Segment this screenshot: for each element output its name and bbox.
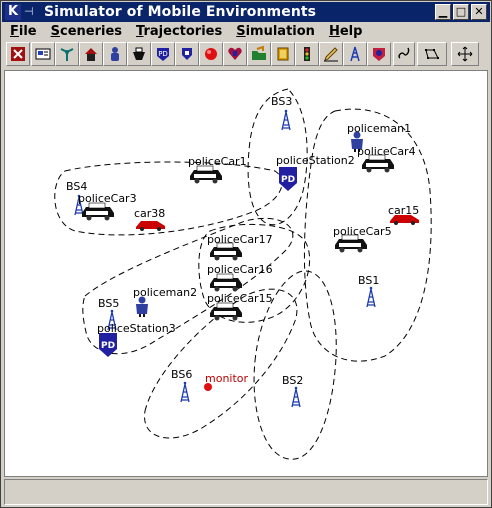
app-window: K ⊣ Simulator of Mobile Environments ▁ □… bbox=[0, 0, 492, 508]
police-station-icon: PD bbox=[157, 48, 169, 61]
person-button[interactable] bbox=[103, 42, 127, 66]
close-button[interactable]: ✕ bbox=[471, 4, 487, 20]
window-controls: ▁ □ ✕ bbox=[435, 4, 487, 20]
tower-icon bbox=[350, 46, 360, 62]
path-icon bbox=[425, 49, 439, 59]
menu-help[interactable]: Help bbox=[321, 24, 368, 39]
move-button[interactable] bbox=[451, 42, 479, 66]
police-car1-icon[interactable] bbox=[189, 165, 223, 184]
traffic-light-icon bbox=[304, 47, 310, 61]
label-policecar15: policeCar15 bbox=[207, 292, 273, 305]
title-bar[interactable]: K ⊣ Simulator of Mobile Environments ▁ □… bbox=[2, 2, 490, 22]
label-bs6: BS6 bbox=[171, 368, 193, 381]
police-car-icon bbox=[133, 47, 145, 60]
simulation-canvas[interactable]: PD bbox=[4, 70, 488, 477]
svg-text:PD: PD bbox=[158, 50, 168, 58]
label-policecar5: policeCar5 bbox=[333, 225, 392, 238]
toolbar: PD bbox=[4, 42, 490, 68]
menu-trajectories[interactable]: Trajectories bbox=[128, 24, 228, 39]
tower-button[interactable] bbox=[343, 42, 367, 66]
label-bs2: BS2 bbox=[282, 374, 304, 387]
police-station-button[interactable]: PD bbox=[151, 42, 175, 66]
antenna-icon bbox=[60, 48, 74, 61]
traffic-light-button[interactable] bbox=[295, 42, 319, 66]
app-logo-icon: K bbox=[5, 4, 21, 20]
folder-icon bbox=[252, 46, 266, 60]
label-policestation3: policeStation3 bbox=[97, 322, 176, 335]
menu-simulation[interactable]: Simulation bbox=[228, 24, 321, 39]
badge-button[interactable] bbox=[175, 42, 199, 66]
red-dot-icon bbox=[205, 48, 217, 60]
antenna-button[interactable] bbox=[55, 42, 79, 66]
car38-icon[interactable] bbox=[136, 221, 165, 231]
pin-icon[interactable]: ⊣ bbox=[24, 5, 40, 19]
cards-button[interactable] bbox=[271, 42, 295, 66]
link-button[interactable] bbox=[393, 42, 415, 66]
exit-icon bbox=[11, 47, 25, 61]
label-policeman1: policeman1 bbox=[347, 122, 412, 135]
minimize-button[interactable]: ▁ bbox=[435, 4, 451, 20]
path-button[interactable] bbox=[417, 42, 447, 66]
label-car15: car15 bbox=[388, 204, 420, 217]
cards-icon bbox=[277, 47, 289, 61]
bs2-tower-icon[interactable] bbox=[291, 386, 301, 408]
mobile-heart-icon bbox=[228, 47, 242, 60]
exit-button[interactable] bbox=[6, 42, 30, 66]
status-bar bbox=[4, 479, 488, 505]
police-car15-icon[interactable] bbox=[209, 302, 243, 321]
red-dot-button[interactable] bbox=[199, 42, 223, 66]
house-icon bbox=[85, 48, 97, 61]
label-policecar4: policeCar4 bbox=[357, 145, 416, 158]
police-car3-icon[interactable] bbox=[81, 202, 115, 221]
person-icon bbox=[111, 47, 119, 61]
bs1-tower-icon[interactable] bbox=[366, 286, 376, 308]
card-button[interactable] bbox=[31, 42, 55, 66]
label-monitor: monitor bbox=[205, 372, 249, 385]
mobile-heart-button[interactable] bbox=[223, 42, 247, 66]
label-policecar1: policeCar1 bbox=[188, 155, 247, 168]
card-icon bbox=[35, 48, 51, 60]
label-policecar16: policeCar16 bbox=[207, 263, 273, 276]
label-policecar3: policeCar3 bbox=[78, 192, 137, 205]
label-bs1: BS1 bbox=[358, 274, 380, 287]
badge-icon bbox=[373, 48, 385, 61]
badge2-button[interactable] bbox=[367, 42, 391, 66]
move-icon bbox=[457, 46, 473, 62]
label-bs5: BS5 bbox=[98, 297, 120, 310]
menu-bar: File Sceneries Trajectories Simulation H… bbox=[2, 22, 490, 40]
label-policestation2: policeStation2 bbox=[276, 154, 355, 167]
police-car16-icon[interactable] bbox=[209, 273, 243, 292]
write-icon bbox=[324, 47, 338, 62]
bs6-tower-icon[interactable] bbox=[180, 381, 190, 403]
menu-sceneries[interactable]: Sceneries bbox=[43, 24, 128, 39]
police-car-button[interactable] bbox=[127, 42, 151, 66]
policeman2-icon[interactable] bbox=[136, 296, 148, 318]
folder-button[interactable] bbox=[247, 42, 271, 66]
label-policeman2: policeman2 bbox=[133, 286, 198, 299]
house-button[interactable] bbox=[79, 42, 103, 66]
label-bs3: BS3 bbox=[271, 95, 293, 108]
menu-file[interactable]: File bbox=[2, 24, 43, 39]
bs3-tower-icon[interactable] bbox=[281, 109, 291, 131]
shield-icon bbox=[182, 48, 192, 60]
maximize-button[interactable]: □ bbox=[453, 4, 469, 20]
window-title: Simulator of Mobile Environments bbox=[44, 4, 317, 20]
write-button[interactable] bbox=[319, 42, 343, 66]
label-car38: car38 bbox=[134, 207, 166, 220]
link-icon bbox=[398, 47, 410, 59]
label-policecar17: policeCar17 bbox=[207, 233, 273, 246]
